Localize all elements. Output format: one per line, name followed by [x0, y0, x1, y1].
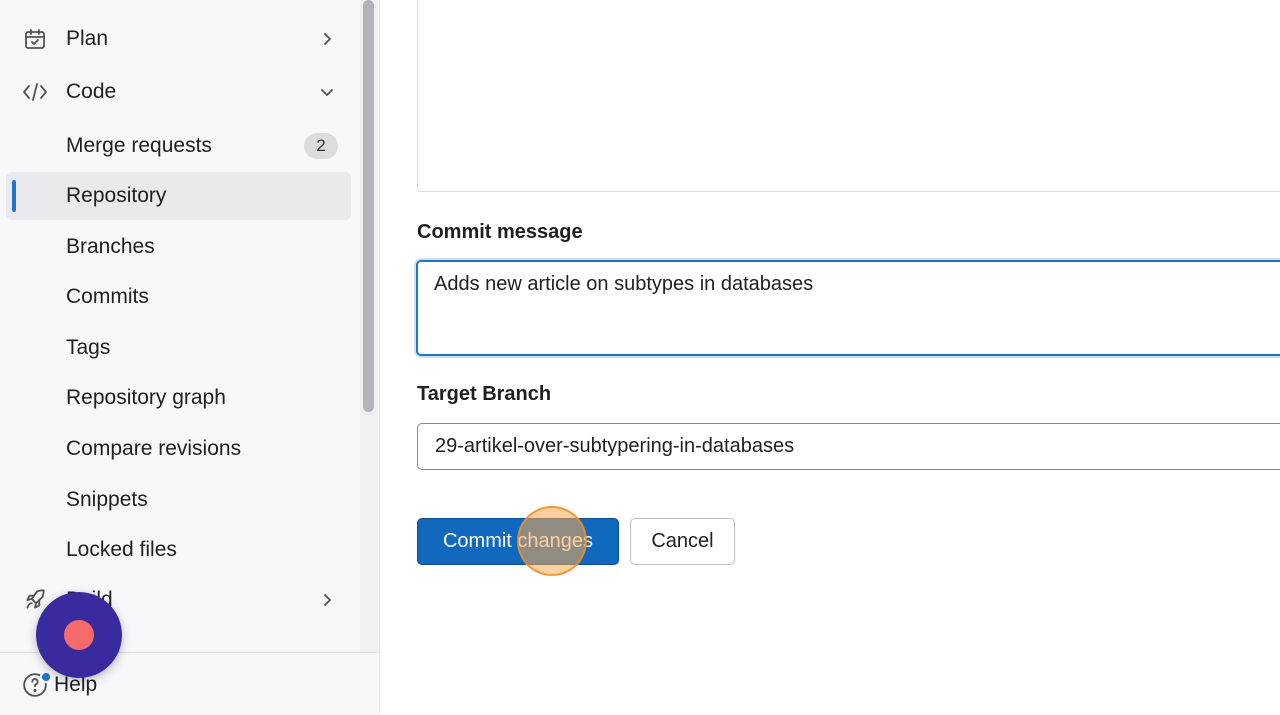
sidebar-item-repository-graph[interactable]: Repository graph — [6, 374, 351, 422]
sidebar-item-label: Tags — [66, 336, 111, 359]
cancel-button[interactable]: Cancel — [630, 518, 735, 565]
sidebar-item-label: Merge requests — [66, 134, 212, 157]
sidebar-item-branches[interactable]: Branches — [6, 223, 351, 271]
chevron-right-icon — [318, 591, 336, 609]
sidebar-item-snippets[interactable]: Snippets — [6, 476, 351, 524]
nav-item-code[interactable]: Code — [0, 65, 379, 119]
sidebar-item-label: Snippets — [66, 488, 148, 511]
chevron-right-icon — [318, 30, 336, 48]
file-editor[interactable] — [417, 0, 1280, 192]
sidebar-item-label: Repository graph — [66, 386, 226, 409]
sidebar-item-label: Repository — [66, 184, 167, 207]
nav-item-plan-label: Plan — [66, 27, 109, 50]
sidebar-item-label: Locked files — [66, 538, 177, 561]
nav-item-code-label: Code — [66, 80, 117, 103]
record-icon — [64, 620, 94, 650]
record-button[interactable] — [36, 592, 122, 678]
commit-message-input[interactable]: Adds new article on subtypes in database… — [416, 260, 1280, 356]
commit-message-label: Commit message — [417, 221, 583, 243]
sidebar-item-commits[interactable]: Commits — [6, 273, 351, 321]
sidebar-item-merge-requests[interactable]: Merge requests 2 — [6, 122, 351, 170]
target-branch-input[interactable] — [417, 423, 1280, 470]
cancel-label: Cancel — [651, 530, 714, 552]
commit-changes-button[interactable]: Commit changes — [417, 518, 619, 565]
notification-dot — [40, 671, 52, 683]
nav-item-plan[interactable]: Plan — [0, 12, 379, 66]
sidebar-scrollbar-thumb[interactable] — [363, 0, 374, 412]
target-branch-label: Target Branch — [417, 383, 552, 405]
sidebar-item-repository[interactable]: Repository — [6, 172, 351, 220]
sidebar-item-locked-files[interactable]: Locked files — [6, 526, 351, 574]
sidebar-item-label: Commits — [66, 285, 149, 308]
count-badge: 2 — [304, 133, 338, 159]
commit-changes-label: Commit changes — [442, 530, 594, 552]
sidebar-item-compare-revisions[interactable]: Compare revisions — [6, 425, 351, 473]
sidebar-item-label: Branches — [66, 235, 155, 258]
code-icon — [22, 79, 48, 105]
sidebar-item-tags[interactable]: Tags — [6, 324, 351, 372]
calendar-icon — [22, 26, 48, 52]
chevron-down-icon — [318, 83, 336, 101]
sidebar-item-label: Compare revisions — [66, 437, 242, 460]
